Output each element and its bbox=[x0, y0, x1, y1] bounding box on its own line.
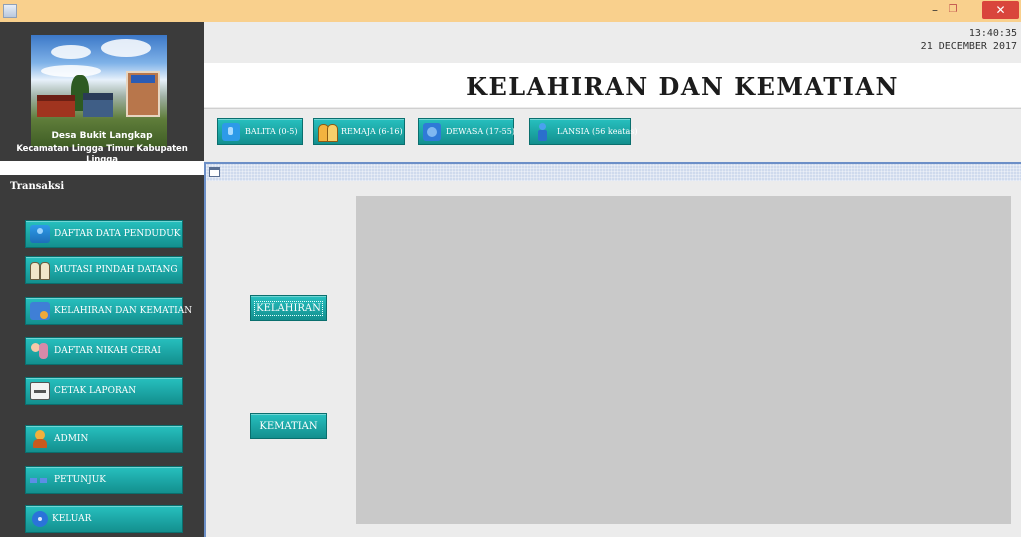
internal-frame-title-bar[interactable] bbox=[206, 164, 1021, 181]
frame-window-icon bbox=[209, 167, 220, 177]
sidebar-item-admin[interactable]: ADMIN bbox=[25, 425, 183, 453]
kelahiran-button[interactable]: KELAHIRAN bbox=[250, 295, 327, 321]
sidebar-item-mutasi-pindah-datang[interactable]: MUTASI PINDAH DATANG bbox=[25, 256, 183, 284]
pair-icon bbox=[30, 261, 50, 280]
minimize-button[interactable]: – bbox=[926, 0, 944, 20]
sidebar-item-keluar[interactable]: KELUAR bbox=[25, 505, 183, 533]
elder-icon bbox=[534, 122, 552, 141]
sidebar-item-daftar-nikah-cerai[interactable]: DAFTAR NIKAH CERAI bbox=[25, 337, 183, 365]
filter-remaja-button[interactable]: REMAJA (6-16) bbox=[313, 118, 405, 145]
clock-date: 21 DECEMBER 2017 bbox=[920, 41, 1017, 52]
couple-icon bbox=[30, 342, 50, 360]
kematian-button[interactable]: KEMATIAN bbox=[250, 413, 327, 439]
app-icon bbox=[3, 4, 17, 18]
sidebar-item-label: MUTASI PINDAH DATANG bbox=[54, 265, 178, 275]
close-button[interactable]: ✕ bbox=[982, 1, 1019, 19]
filter-label: LANSIA (56 keatas) bbox=[557, 127, 638, 136]
sidebar-item-petunjuk[interactable]: PETUNJUK bbox=[25, 466, 183, 494]
admin-icon bbox=[30, 430, 50, 448]
filter-label: DEWASA (17-55) bbox=[446, 127, 515, 136]
maximize-button[interactable]: ❐ bbox=[944, 0, 962, 20]
kematian-button-label: KEMATIAN bbox=[259, 420, 318, 432]
sidebar-item-label: DAFTAR DATA PENDUDUK bbox=[54, 229, 181, 239]
sidebar-item-label: KELUAR bbox=[52, 514, 92, 524]
printer-icon bbox=[30, 382, 50, 400]
sidebar-item-cetak-laporan[interactable]: CETAK LAPORAN bbox=[25, 377, 183, 405]
people-icon bbox=[30, 225, 50, 243]
adult-icon bbox=[423, 122, 441, 141]
exit-icon bbox=[32, 511, 48, 527]
clock-time: 13:40:35 bbox=[968, 28, 1017, 39]
sidebar-item-label: ADMIN bbox=[54, 434, 89, 444]
filter-label: REMAJA (6-16) bbox=[341, 127, 403, 136]
family-icon bbox=[30, 302, 50, 320]
sidebar-item-kelahiran-dan-kematian[interactable]: KELAHIRAN DAN KEMATIAN bbox=[25, 297, 192, 325]
sidebar-item-label: PETUNJUK bbox=[54, 475, 107, 485]
sidebar-item-label: CETAK LAPORAN bbox=[54, 386, 137, 396]
header-divider bbox=[204, 108, 1021, 109]
sidebar-item-daftar-data-penduduk[interactable]: DAFTAR DATA PENDUDUK bbox=[25, 220, 183, 248]
teen-icon bbox=[318, 123, 338, 142]
filter-balita-button[interactable]: BALITA (0-5) bbox=[217, 118, 303, 145]
sidebar-item-label: DAFTAR NIKAH CERAI bbox=[54, 346, 161, 356]
sidebar-item-label: KELAHIRAN DAN KEMATIAN bbox=[54, 306, 193, 316]
content-panel bbox=[356, 196, 1011, 524]
sidebar-divider bbox=[0, 161, 204, 175]
help-icon bbox=[30, 471, 50, 489]
filter-dewasa-button[interactable]: DEWASA (17-55) bbox=[418, 118, 515, 145]
window-title-bar: – ❐ ✕ bbox=[0, 0, 1021, 22]
filter-label: BALITA (0-5) bbox=[245, 127, 298, 136]
baby-icon bbox=[222, 122, 240, 141]
sidebar-section-label: Transaksi bbox=[10, 181, 65, 192]
page-title: KELAHIRAN DAN KEMATIAN bbox=[466, 72, 899, 101]
village-name: Desa Bukit Langkap bbox=[51, 131, 153, 141]
filter-lansia-button[interactable]: LANSIA (56 keatas) bbox=[529, 118, 637, 145]
kelahiran-button-label: KELAHIRAN bbox=[254, 300, 323, 316]
